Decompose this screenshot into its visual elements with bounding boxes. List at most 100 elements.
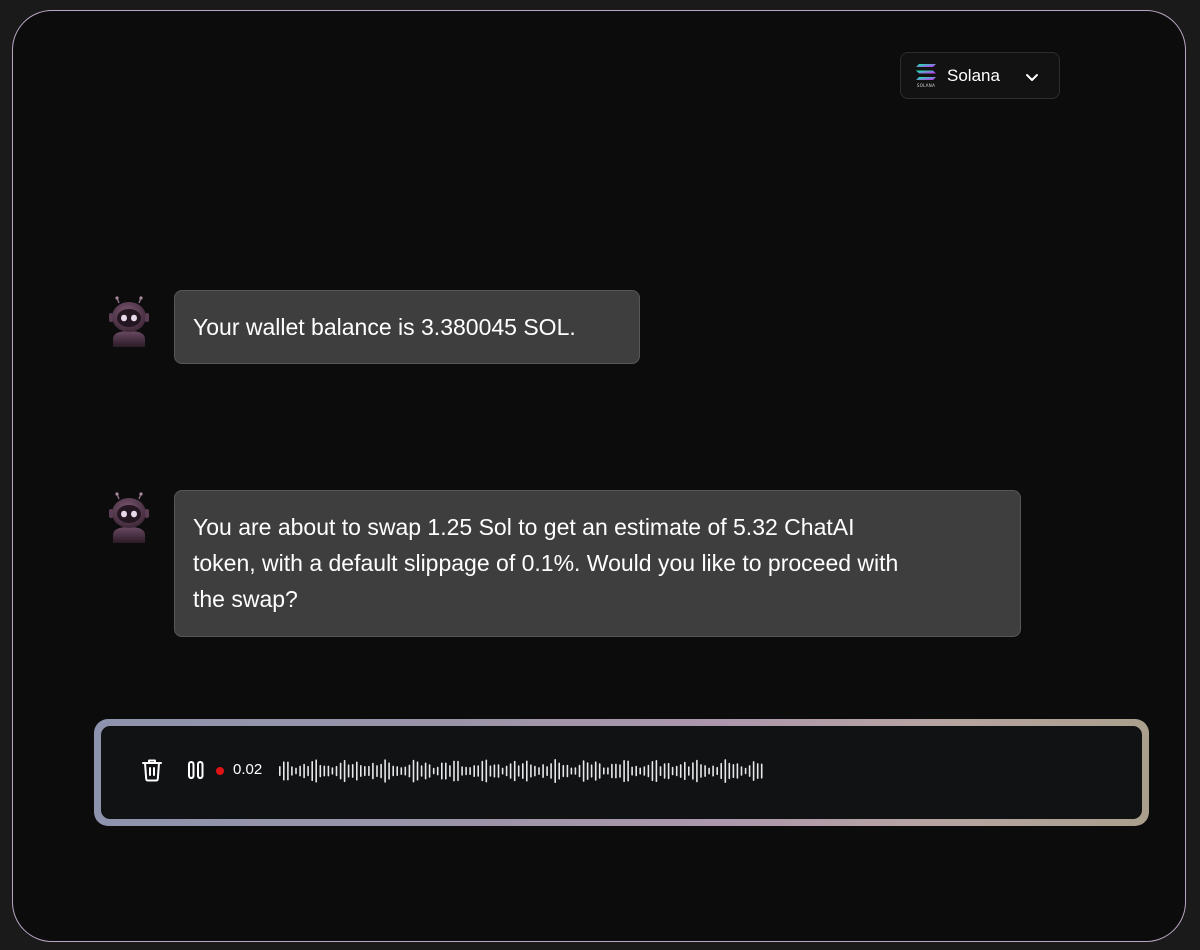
waveform-bar [550,763,552,779]
trash-icon[interactable] [140,757,164,783]
waveform-bar [756,763,759,779]
waveform-bar [392,765,394,777]
waveform-bar [671,766,674,776]
waveform-bar [291,766,293,776]
waveform-bar [760,763,763,779]
waveform-bar [692,762,694,780]
network-selector[interactable]: SOLANA Solana [900,52,1060,99]
waveform-bar [586,762,589,780]
waveform-bar [647,764,650,778]
assistant-message-bubble: You are about to swap 1.25 Sol to get an… [174,490,1021,637]
waveform-bar [590,764,593,778]
waveform-bar [327,765,330,777]
solana-logo-wordmark: SOLANA [916,83,936,88]
waveform-bar [428,764,431,778]
waveform-bar [607,767,609,775]
waveform-bar [416,761,419,781]
waveform-bar [603,767,605,775]
waveform-bar [315,759,317,783]
waveform-bar [574,767,577,775]
waveform-bar [501,767,504,775]
waveform-bar [319,764,322,778]
waveform-bar [331,767,334,775]
waveform-bar [287,761,289,781]
chat-window: SOLANA Solana Your wallet balance is 3.3… [12,10,1186,942]
waveform-bar [364,766,366,777]
waveform-bar [368,765,370,776]
waveform-bar [566,764,569,778]
waveform-bar [493,764,496,778]
waveform-bar [323,765,326,777]
waveform-bar [538,767,540,775]
waveform-bar [303,763,305,779]
message-text: Your wallet balance is 3.380045 SOL. [193,314,576,340]
waveform-bar [408,764,411,778]
waveform-bar [473,765,475,777]
waveform-bar [696,759,698,783]
waveform-bar [752,761,755,781]
waveform-bar [449,765,451,777]
waveform-bar [570,767,573,775]
voice-input-inner: 0.02 [101,726,1142,819]
waveform-bar [497,764,500,778]
message-text-line: the swap? [193,586,298,612]
waveform-bar [635,765,637,777]
recording-dot [216,767,224,775]
robot-avatar-icon [103,491,155,547]
pause-icon[interactable] [187,760,205,780]
chevron-down-icon[interactable] [1025,70,1039,81]
waveform-bar [513,760,516,782]
waveform-bar [517,765,520,777]
waveform-bar [384,759,386,783]
waveform-bar [732,764,735,778]
waveform-bar [675,765,678,777]
waveform-bar [594,761,597,781]
audio-waveform [279,759,763,783]
waveform-bar [376,765,378,777]
waveform-bar [526,760,528,782]
waveform-bar [461,766,463,776]
waveform-bar [720,762,722,780]
waveform-bar [299,765,301,777]
assistant-message-bubble: Your wallet balance is 3.380045 SOL. [174,290,640,364]
waveform-bar [404,766,407,776]
waveform-bar [457,760,459,782]
waveform-bar [748,765,751,777]
waveform-bar [485,759,488,783]
waveform-bar [356,761,358,781]
waveform-bar [724,759,727,783]
waveform-bar [623,760,625,782]
waveform-bar [542,764,544,778]
waveform-bar [388,762,390,780]
waveform-bar [704,765,706,777]
waveform-bar [432,767,435,775]
waveform-bar [396,766,398,776]
solana-logo-icon: SOLANA [915,63,937,89]
waveform-bar [534,765,536,777]
waveform-bar [684,761,686,781]
waveform-bar [360,765,362,777]
waveform-bar [477,765,479,777]
waveform-bar [679,764,682,778]
waveform-bar [295,767,297,775]
waveform-bar [688,766,690,776]
waveform-bar [659,766,662,776]
waveform-bar [372,762,374,780]
waveform-bar [712,765,714,777]
waveform-bar [639,767,641,775]
waveform-bar [546,766,548,776]
waveform-bar [554,759,556,783]
waveform-bar [441,762,443,780]
waveform-bar [335,765,338,777]
waveform-bar [558,762,560,780]
waveform-bar [598,763,601,779]
waveform-bar [445,762,447,780]
waveform-bar [505,765,508,777]
waveform-bar [283,761,285,781]
voice-input-bar: 0.02 [94,719,1149,826]
waveform-bar [716,766,718,776]
waveform-bar [578,764,581,778]
waveform-bar [522,763,524,779]
waveform-bar [631,766,633,776]
waveform-bar [509,763,512,779]
